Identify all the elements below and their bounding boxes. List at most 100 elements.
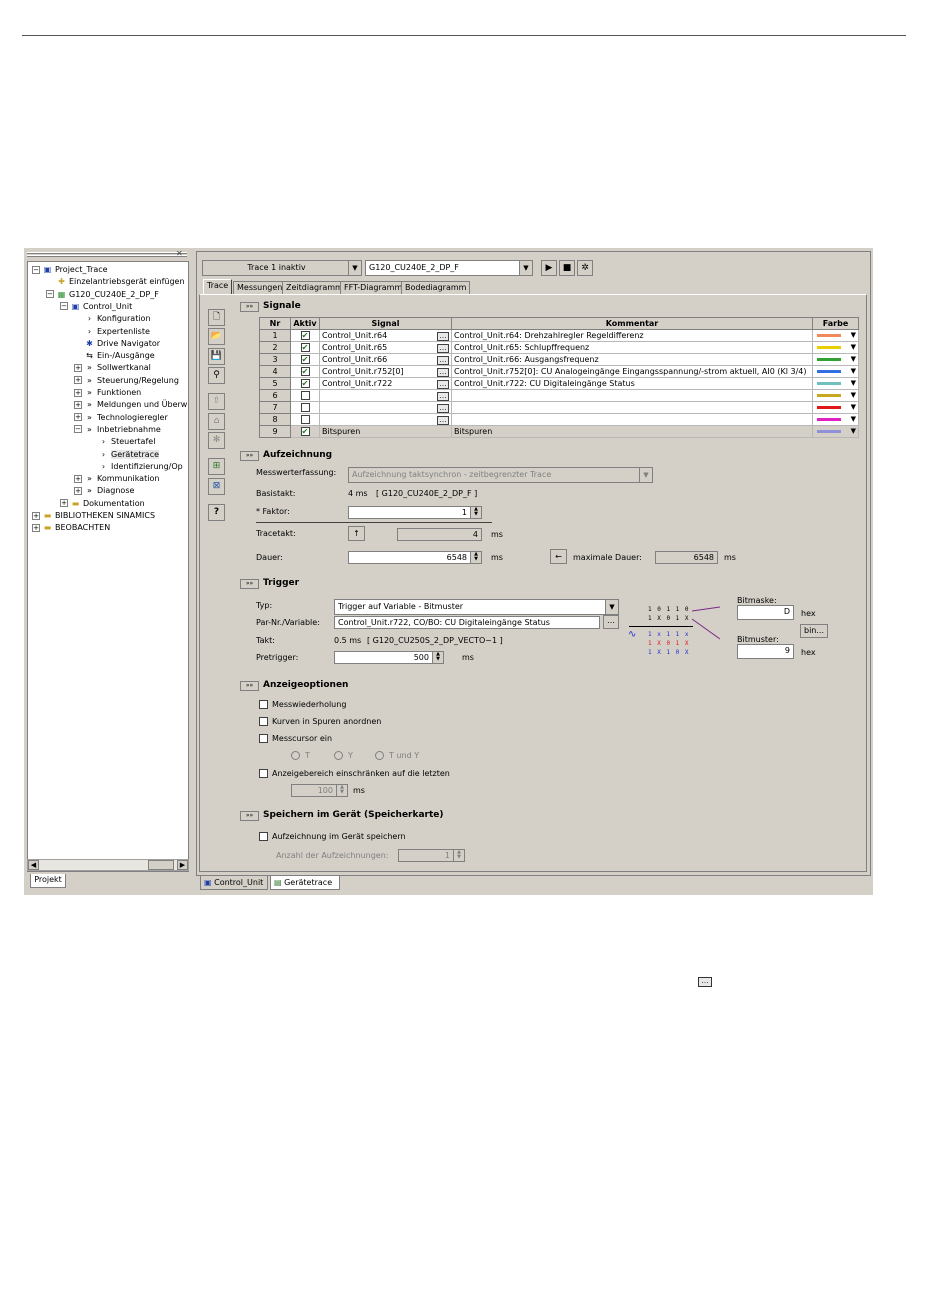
cell-farbe[interactable]: ▼ [812,341,859,354]
browse-signal-button[interactable]: … [437,367,449,377]
spin-icon[interactable]: ▲ ▼ [453,850,464,861]
radio-y[interactable] [334,751,343,760]
start-trace-button[interactable]: ▶ [541,260,557,276]
tree-item[interactable]: + » Diagnose [74,485,134,497]
aktiv-checkbox[interactable] [300,415,310,424]
browse-variable-button[interactable]: … [603,615,619,629]
trace-select[interactable]: Trace 1 inaktiv ▼ [202,260,362,276]
messwiederholung-checkbox[interactable] [259,700,268,709]
chevron-down-icon[interactable]: ▼ [851,415,856,423]
cell-farbe[interactable]: ▼ [812,353,859,366]
tree-item[interactable]: › Konfiguration [74,313,151,325]
cell-farbe[interactable]: ▼ [812,401,859,414]
anzahl-input[interactable]: 1 ▲ ▼ [398,849,465,862]
chevron-down-icon[interactable]: ▼ [851,427,856,435]
browse-signal-button[interactable]: … [437,355,449,365]
expand-speichern-button[interactable]: »» [240,811,259,821]
tree-item[interactable]: − ▦ G120_CU240E_2_DP_F [46,289,159,301]
radio-t-und-y[interactable] [375,751,384,760]
table-row[interactable]: 5 ✔ … Control_Unit.r722 Control_Unit.r722: C… [259,377,859,390]
expand-aufzeichnung-button[interactable]: »» [240,451,259,461]
expand-icon[interactable]: + [32,511,40,520]
tree-item[interactable]: ✚ Einzelantriebsgerät einfügen [46,276,184,288]
scroll-left-icon[interactable]: ◀ [28,860,39,870]
cell-farbe[interactable]: ▼ [812,377,859,390]
expand-icon[interactable]: + [74,376,82,385]
collapse-icon[interactable]: − [60,302,68,311]
cell-farbe[interactable]: ▼ [812,329,859,342]
tree-item[interactable]: + » Steuerung/Regelung [74,375,179,387]
device-select[interactable]: G120_CU240E_2_DP_F ▼ [365,260,533,276]
aktiv-checkbox[interactable]: ✔ [300,427,310,436]
new-icon[interactable]: 🗋 [208,309,225,326]
cell-signal[interactable]: … Control_Unit.r752[0] [319,365,452,378]
cell-farbe[interactable]: ▼ [812,365,859,378]
chevron-down-icon[interactable]: ▼ [519,261,532,275]
table-row[interactable]: 2 ✔ … Control_Unit.r65 Control_Unit.r65: Sch… [259,341,859,354]
collapse-icon[interactable]: − [74,425,82,434]
help-icon[interactable]: ? [208,504,225,521]
table-row[interactable]: 4 ✔ … Control_Unit.r752[0] Control_Unit.r752… [259,365,859,378]
cell-farbe[interactable]: ▼ [812,389,859,402]
tab-messungen[interactable]: Messungen [233,281,287,295]
expand-icon[interactable]: + [74,413,82,422]
cell-signal[interactable]: … Control_Unit.r722 [319,377,452,390]
tree-item[interactable]: › Gerätetrace [88,449,160,461]
expand-anzeige-button[interactable]: »» [240,681,259,691]
bitmaske-input[interactable]: D [737,605,794,620]
aktiv-checkbox[interactable] [300,391,310,400]
arrow-up-icon[interactable]: ↑ [348,526,365,541]
tree-item[interactable]: + » Kommunikation [74,473,159,485]
chevron-down-icon[interactable]: ▼ [851,379,856,387]
messcursor-checkbox[interactable] [259,734,268,743]
chevron-down-icon[interactable]: ▼ [605,600,618,614]
par-variable-input[interactable]: Control_Unit.r722, CO/BO: CU Digitaleing… [334,616,600,629]
chevron-down-icon[interactable]: ▼ [639,468,652,482]
browse-signal-button[interactable]: … [437,403,449,413]
tab-bodediagramm[interactable]: Bodediagramm [401,281,471,295]
expand-trigger-button[interactable]: »» [240,579,259,589]
chevron-down-icon[interactable]: ▼ [348,261,361,275]
tab-fft-diagramm[interactable]: FFT-Diagramm [340,281,407,295]
chevron-down-icon[interactable]: ▼ [851,391,856,399]
binoculars-icon[interactable]: ⚲ [208,367,225,384]
expand-icon[interactable]: + [74,388,82,397]
tree-item[interactable]: − ▣ Control_Unit [60,301,132,313]
tab-zeitdiagramm[interactable]: Zeitdiagramm [282,281,347,295]
range-input[interactable]: 100 ▲ ▼ [291,784,348,797]
expand-icon[interactable]: + [74,486,82,495]
table-row[interactable]: 3 ✔ … Control_Unit.r66 Control_Unit.r66: Aus… [259,353,859,366]
aktiv-checkbox[interactable]: ✔ [300,331,310,340]
tree-item[interactable]: −» Inbetriebnahme [74,424,161,436]
table-row[interactable]: 7 … ▼ [259,401,859,414]
tab-projekt[interactable]: Projekt [30,874,66,888]
bitmuster-input[interactable]: 9 [737,644,794,659]
browse-signal-button[interactable]: … [437,415,449,425]
radio-t[interactable] [291,751,300,760]
tab-trace[interactable]: Trace [203,279,233,295]
tree-item[interactable]: + » Sollwertkanal [74,362,151,374]
cell-signal[interactable]: … Control_Unit.r65 [319,341,452,354]
tree-horizontal-scrollbar[interactable]: ◀ ▶ [27,859,189,871]
browse-signal-button[interactable]: … [437,331,449,341]
upload-icon[interactable]: ⇧ [208,393,225,410]
expand-icon[interactable]: + [74,363,82,372]
cell-signal[interactable]: … [319,389,452,402]
doctab-control-unit[interactable]: ▣ Control_Unit [200,875,268,890]
expand-icon[interactable]: + [74,400,82,409]
tree-item[interactable]: + ▬ BIBLIOTHEKEN SINAMICS [32,510,155,522]
scroll-thumb[interactable] [148,860,174,870]
trigger-trace-button[interactable]: ✲ [577,260,593,276]
bin-button[interactable]: bin... [800,624,828,638]
tree-item[interactable]: › Expertenliste [74,326,150,338]
cell-farbe[interactable]: ▼ [812,425,859,438]
tree-item[interactable]: + ▬ BEOBACHTEN [32,522,110,534]
table-row[interactable]: 1 ✔ … Control_Unit.r64 Control_Unit.r64: Dre… [259,329,859,342]
browse-signal-button[interactable]: … [437,379,449,389]
faktor-input[interactable]: 1 ▲ ▼ [348,506,482,519]
arrow-left-icon[interactable]: ← [550,549,567,564]
speichern-checkbox[interactable] [259,832,268,841]
tree-item[interactable]: › Identifizierung/Op [88,461,183,473]
collapse-icon[interactable]: − [32,265,40,274]
expand-signale-button[interactable]: »» [240,302,259,312]
